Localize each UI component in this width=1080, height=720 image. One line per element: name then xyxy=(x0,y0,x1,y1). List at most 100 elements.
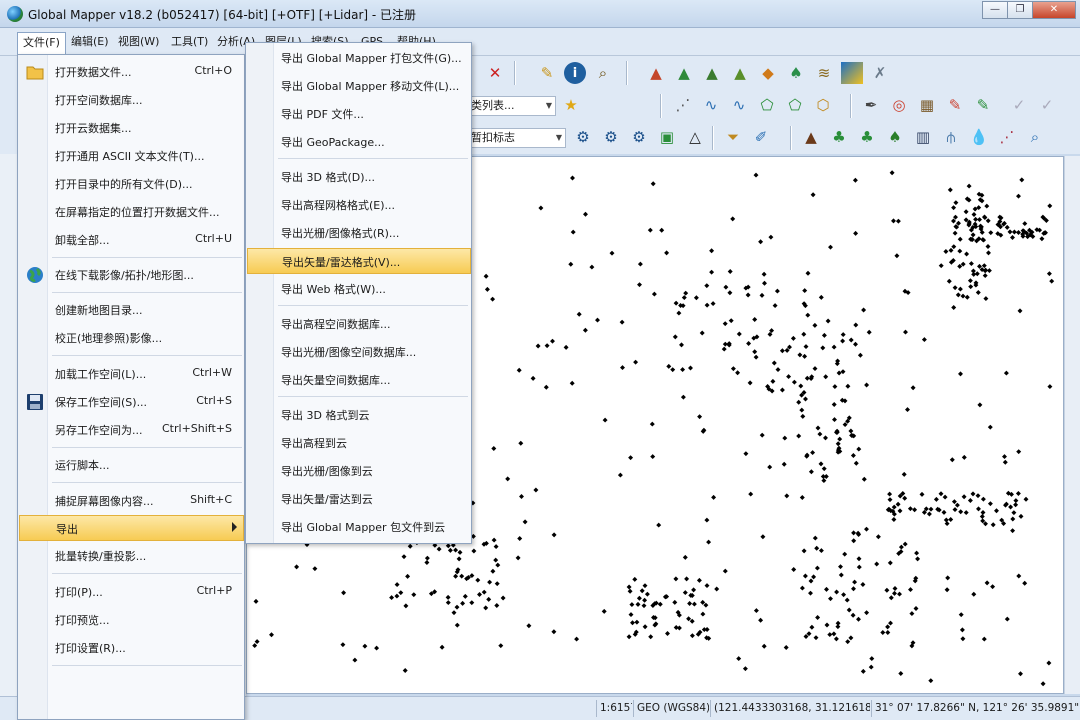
menu-open-data-file[interactable]: 打开数据文件... Ctrl+O xyxy=(19,59,244,85)
area-draw-icon[interactable]: ⬠ xyxy=(756,94,778,116)
area-edit-icon[interactable]: ⬠ xyxy=(784,94,806,116)
raster-icon[interactable] xyxy=(841,62,863,84)
lidar-point xyxy=(252,643,258,649)
powerline-icon[interactable]: ⫛ xyxy=(940,126,962,148)
export-elevation-db[interactable]: 导出高程空间数据库... xyxy=(247,311,471,337)
delete-icon[interactable]: ✕ xyxy=(484,62,506,84)
lidar-point xyxy=(709,248,715,254)
export-raster[interactable]: 导出光栅/图像格式(R)... xyxy=(247,220,471,246)
menu-batch-convert[interactable]: 批量转换/重投影... xyxy=(19,543,244,569)
favorite-star-icon[interactable]: ★ xyxy=(560,94,582,116)
export-gm-mobile[interactable]: 导出 Global Mapper 移动文件(L)... xyxy=(247,73,471,99)
shrub-icon[interactable]: ♣ xyxy=(856,126,878,148)
export-elevation-cloud[interactable]: 导出高程到云 xyxy=(247,430,471,456)
export-elevation-grid[interactable]: 导出高程网格格式(E)... xyxy=(247,192,471,218)
export-gm-package[interactable]: 导出 Global Mapper 打包文件(G)... xyxy=(247,45,471,71)
menu-save-workspace[interactable]: 保存工作空间(S)... Ctrl+S xyxy=(19,389,244,415)
terrain-icon[interactable]: ▲ xyxy=(645,62,667,84)
water-icon[interactable]: 💧 xyxy=(968,126,990,148)
slope-icon[interactable]: ▲ xyxy=(729,62,751,84)
menu-open-cloud-dataset[interactable]: 打开云数据集... xyxy=(19,115,244,141)
lidar-point xyxy=(781,461,787,467)
tool-crossed-icon[interactable]: ✗ xyxy=(869,62,891,84)
menu-view[interactable]: 视图(W) xyxy=(113,32,164,54)
target-icon[interactable]: ◎ xyxy=(888,94,910,116)
label-combo[interactable]: 暂扣标志 ▼ xyxy=(466,128,566,148)
lidar-point xyxy=(703,602,709,608)
menu-print-setup[interactable]: 打印设置(R)... xyxy=(19,635,244,661)
export-3d[interactable]: 导出 3D 格式(D)... xyxy=(247,164,471,190)
hillshade-icon[interactable]: ◆ xyxy=(757,62,779,84)
search-point-icon[interactable]: ⌕ xyxy=(1024,126,1046,148)
export-vector-db[interactable]: 导出矢量空间数据库... xyxy=(247,367,471,393)
layer-icon[interactable]: ▣ xyxy=(656,126,678,148)
lidar-terrain-icon[interactable]: ▲ xyxy=(800,126,822,148)
menu-open-ascii[interactable]: 打开通用 ASCII 文本文件(T)... xyxy=(19,143,244,169)
lidar-point xyxy=(907,506,913,512)
export-web[interactable]: 导出 Web 格式(W)... xyxy=(247,276,471,302)
menu-run-script[interactable]: 运行脚本... xyxy=(19,452,244,478)
menu-open-spatial-db[interactable]: 打开空间数据库... xyxy=(19,87,244,113)
export-vector-cloud[interactable]: 导出矢量/雷达到云 xyxy=(247,486,471,512)
export-geopackage[interactable]: 导出 GeoPackage... xyxy=(247,129,471,155)
menu-open-directory[interactable]: 打开目录中的所有文件(D)... xyxy=(19,171,244,197)
menu-load-workspace[interactable]: 加载工作空间(L)... Ctrl+W xyxy=(19,361,244,387)
noise-icon[interactable]: ⋰ xyxy=(996,126,1018,148)
lidar-point xyxy=(394,593,400,599)
settings-gear3-icon[interactable]: ⚙ xyxy=(628,126,650,148)
filter-icon[interactable]: ⏷ xyxy=(722,126,744,148)
menu-download-online[interactable]: 在线下载影像/拓扑/地形图... xyxy=(19,262,244,288)
lidar-point xyxy=(848,337,854,343)
mountain-icon[interactable]: ▲ xyxy=(701,62,723,84)
lidar-point xyxy=(693,295,699,301)
line-edit-icon[interactable]: ∿ xyxy=(728,94,750,116)
menu-save-workspace-as[interactable]: 另存工作空间为... Ctrl+Shift+S xyxy=(19,417,244,443)
digitize-icon[interactable]: ✒ xyxy=(860,94,882,116)
vegetation-icon[interactable]: ♣ xyxy=(828,126,850,148)
submenu-separator xyxy=(278,396,468,397)
vertex-icon[interactable]: ⬡ xyxy=(812,94,834,116)
restore-button[interactable]: ❐ xyxy=(1007,1,1033,19)
export-pdf[interactable]: 导出 PDF 文件... xyxy=(247,101,471,127)
find-icon[interactable]: ⌕ xyxy=(592,62,614,84)
pick-icon[interactable]: ✐ xyxy=(750,126,772,148)
menu-tools[interactable]: 工具(T) xyxy=(166,32,213,54)
building-icon[interactable]: ▥ xyxy=(912,126,934,148)
export-3d-cloud[interactable]: 导出 3D 格式到云 xyxy=(247,402,471,428)
watershed-icon[interactable]: ♠ xyxy=(785,62,807,84)
settings-gear2-icon[interactable]: ⚙ xyxy=(600,126,622,148)
point-draw-icon[interactable]: ⋰ xyxy=(672,94,694,116)
settings-gear-icon[interactable]: ⚙ xyxy=(572,126,594,148)
menu-export[interactable]: 导出 xyxy=(19,515,244,541)
vertical-scrollbar[interactable] xyxy=(1064,156,1080,694)
terrain-shade-icon[interactable]: ▲ xyxy=(673,62,695,84)
export-raster-db[interactable]: 导出光栅/图像空间数据库... xyxy=(247,339,471,365)
export-raster-cloud[interactable]: 导出光栅/图像到云 xyxy=(247,458,471,484)
pen-icon[interactable]: ✎ xyxy=(944,94,966,116)
measure-icon[interactable]: ✎ xyxy=(536,62,558,84)
class-list-combo[interactable]: 类列表... ▼ xyxy=(466,96,556,116)
menu-unload-all[interactable]: 卸载全部... Ctrl+U xyxy=(19,227,244,253)
menu-edit[interactable]: 编辑(E) xyxy=(66,32,114,54)
menu-capture-screen[interactable]: 捕捉屏幕图像内容... Shift+C xyxy=(19,488,244,514)
export-gm-package-cloud[interactable]: 导出 Global Mapper 包文件到云 xyxy=(247,514,471,540)
menu-file[interactable]: 文件(F) xyxy=(17,32,66,54)
line-draw-icon[interactable]: ∿ xyxy=(700,94,722,116)
menu-print[interactable]: 打印(P)... Ctrl+P xyxy=(19,579,244,605)
tree-icon[interactable]: ♠ xyxy=(884,126,906,148)
export-vector-lidar[interactable]: 导出矢量/雷达格式(V)... xyxy=(247,248,471,274)
brush-icon[interactable]: ✎ xyxy=(972,94,994,116)
lidar-point xyxy=(864,382,870,388)
grid-icon[interactable]: ▦ xyxy=(916,94,938,116)
menu-open-at-location[interactable]: 在屏幕指定的位置打开数据文件... xyxy=(19,199,244,225)
triangle-icon[interactable]: △ xyxy=(684,126,706,148)
menu-create-map-catalog[interactable]: 创建新地图目录... xyxy=(19,297,244,323)
contour-icon[interactable]: ≋ xyxy=(813,62,835,84)
lidar-point xyxy=(982,273,988,279)
minimize-button[interactable]: — xyxy=(982,1,1008,19)
close-button[interactable]: ✕ xyxy=(1032,1,1076,19)
menu-rectify-image[interactable]: 校正(地理参照)影像... xyxy=(19,325,244,351)
menu-print-preview[interactable]: 打印预览... xyxy=(19,607,244,633)
info-icon[interactable]: i xyxy=(564,62,586,84)
menu-separator xyxy=(52,665,242,666)
